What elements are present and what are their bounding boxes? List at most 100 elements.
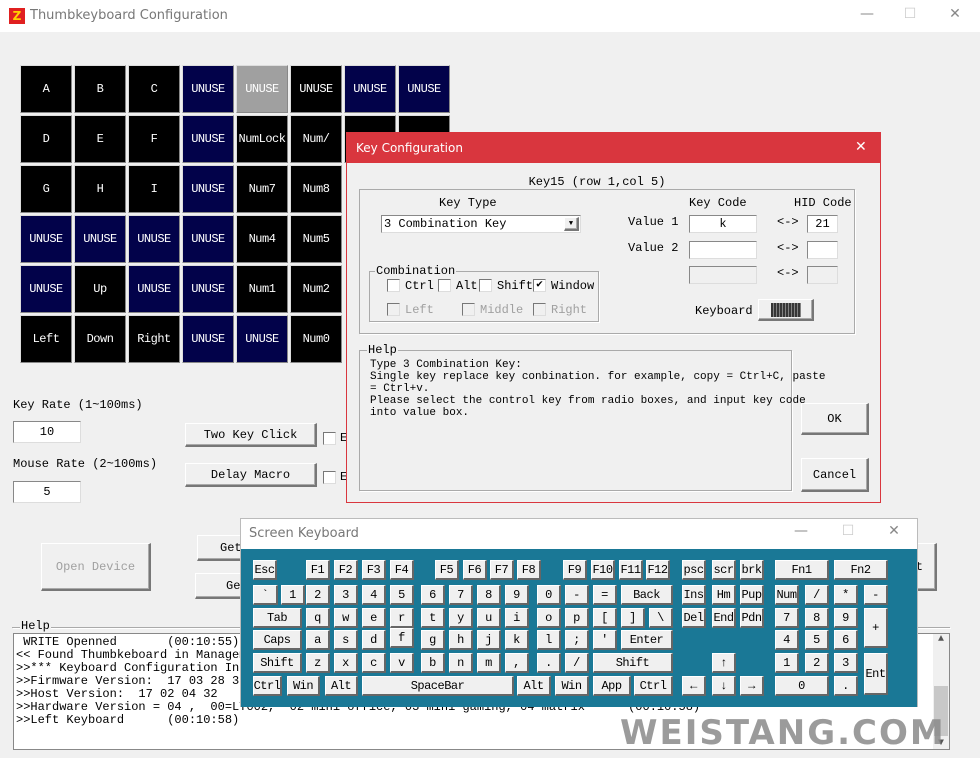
screen-keyboard-button[interactable] [758, 299, 814, 321]
delay-macro-button[interactable]: Delay Macro [185, 463, 317, 487]
value2-key-code-input[interactable] [689, 241, 757, 259]
keyboard-key[interactable]: 6 [834, 630, 858, 650]
kb-maximize-button[interactable]: ☐ [833, 523, 863, 539]
keyboard-key[interactable]: Back [621, 585, 673, 605]
keyboard-key[interactable]: Tab [253, 608, 302, 628]
key-cell[interactable]: UNUSE [182, 265, 234, 313]
keyboard-key[interactable]: x [334, 653, 358, 673]
maximize-button[interactable]: ☐ [895, 6, 925, 22]
keyboard-key[interactable]: 9 [834, 608, 858, 628]
key-cell[interactable]: Up [74, 265, 126, 313]
keyboard-key[interactable]: t [421, 608, 445, 628]
key-cell[interactable]: UNUSE [182, 215, 234, 263]
key-cell[interactable]: F [128, 115, 180, 163]
keyboard-key[interactable]: r [390, 608, 414, 628]
keyboard-key[interactable]: 9 [505, 585, 529, 605]
key-cell[interactable]: B [74, 65, 126, 113]
keyboard-key[interactable]: ↓ [712, 676, 736, 696]
key-cell[interactable]: Num5 [290, 215, 342, 263]
key-cell[interactable]: UNUSE [398, 65, 450, 113]
scroll-up-icon[interactable]: ▲ [933, 634, 949, 645]
keyboard-key[interactable]: Pup [740, 585, 764, 605]
ok-button[interactable]: OK [801, 403, 869, 435]
key-cell[interactable]: UNUSE [182, 65, 234, 113]
keyboard-key[interactable]: scr [712, 560, 736, 580]
keyboard-key[interactable]: Ent [864, 653, 888, 695]
keyboard-key[interactable]: Enter [621, 630, 673, 650]
keyboard-key[interactable]: v [390, 653, 414, 673]
kb-close-button[interactable]: ✕ [879, 523, 909, 539]
keyboard-key[interactable]: h [449, 630, 473, 650]
keyboard-key[interactable]: 3 [834, 653, 858, 673]
keyboard-key[interactable]: Shift [253, 653, 302, 673]
modifier-checkbox-ctrl[interactable] [387, 279, 400, 292]
keyboard-key[interactable]: - [565, 585, 589, 605]
keyboard-key[interactable]: psc [682, 560, 706, 580]
keyboard-key[interactable]: p [565, 608, 589, 628]
delay-macro-checkbox[interactable] [323, 471, 336, 484]
keyboard-key[interactable]: 8 [805, 608, 829, 628]
keyboard-key[interactable]: ` [253, 585, 278, 605]
keyboard-key[interactable]: Fn1 [775, 560, 829, 580]
keyboard-key[interactable]: s [334, 630, 358, 650]
keyboard-key[interactable]: 2 [306, 585, 330, 605]
keyboard-key[interactable]: 5 [805, 630, 829, 650]
key-cell[interactable]: UNUSE [182, 115, 234, 163]
keyboard-key[interactable]: F6 [463, 560, 487, 580]
keyboard-key[interactable]: o [537, 608, 561, 628]
keyboard-key[interactable]: 7 [775, 608, 799, 628]
minimize-button[interactable]: — [852, 6, 882, 22]
keyboard-key[interactable]: ; [565, 630, 589, 650]
keyboard-key[interactable]: Caps [253, 630, 302, 650]
key-cell[interactable]: UNUSE [236, 65, 288, 113]
keyboard-key[interactable]: \ [649, 608, 673, 628]
keyboard-key[interactable]: m [477, 653, 501, 673]
key-rate-input[interactable]: 10 [13, 421, 81, 443]
key-cell[interactable]: Num8 [290, 165, 342, 213]
keyboard-key[interactable]: i [505, 608, 529, 628]
keyboard-key[interactable]: / [565, 653, 589, 673]
keyboard-key[interactable]: a [306, 630, 330, 650]
keyboard-key[interactable]: Win [287, 676, 320, 696]
modifier-checkbox-alt[interactable] [438, 279, 451, 292]
keyboard-key[interactable]: 2 [805, 653, 829, 673]
key-cell[interactable]: Num0 [290, 315, 342, 363]
key-cell[interactable]: NumLock [236, 115, 288, 163]
two-key-click-checkbox[interactable] [323, 432, 336, 445]
modifier-checkbox-shift[interactable] [479, 279, 492, 292]
key-cell[interactable]: G [20, 165, 72, 213]
keyboard-key[interactable]: Ins [682, 585, 706, 605]
keyboard-key[interactable]: c [362, 653, 386, 673]
keyboard-key[interactable]: / [805, 585, 829, 605]
keyboard-key[interactable]: z [306, 653, 330, 673]
keyboard-key[interactable]: y [449, 608, 473, 628]
key-cell[interactable]: UNUSE [74, 215, 126, 263]
close-button[interactable]: ✕ [940, 6, 970, 22]
keyboard-key[interactable]: Alt [325, 676, 358, 696]
keyboard-key[interactable]: Fn2 [834, 560, 888, 580]
keyboard-key[interactable]: 1 [775, 653, 799, 673]
keyboard-key[interactable]: F2 [334, 560, 358, 580]
key-cell[interactable]: Left [20, 315, 72, 363]
key-cell[interactable]: Num7 [236, 165, 288, 213]
keyboard-key[interactable]: F9 [563, 560, 587, 580]
keyboard-key[interactable]: . [537, 653, 561, 673]
keyboard-key[interactable]: ← [682, 676, 706, 696]
keyboard-key[interactable]: F12 [646, 560, 670, 580]
two-key-click-button[interactable]: Two Key Click [185, 423, 317, 447]
key-cell[interactable]: UNUSE [236, 315, 288, 363]
keyboard-key[interactable]: Ctrl [253, 676, 282, 696]
keyboard-key[interactable]: F1 [306, 560, 330, 580]
keyboard-key[interactable]: brk [740, 560, 764, 580]
chevron-down-icon[interactable]: ▼ [564, 217, 579, 231]
keyboard-key[interactable]: F3 [362, 560, 386, 580]
value1-hid-code-input[interactable]: 21 [807, 215, 838, 233]
checkmark-icon-window[interactable]: ✔ [533, 279, 546, 292]
keyboard-key[interactable]: SpaceBar [362, 676, 514, 696]
keyboard-key[interactable]: . [834, 676, 858, 696]
keyboard-key[interactable]: F10 [591, 560, 615, 580]
key-cell[interactable]: UNUSE [20, 215, 72, 263]
keyboard-key[interactable]: b [421, 653, 445, 673]
key-cell[interactable]: Num/ [290, 115, 342, 163]
keyboard-key[interactable]: 0 [537, 585, 561, 605]
